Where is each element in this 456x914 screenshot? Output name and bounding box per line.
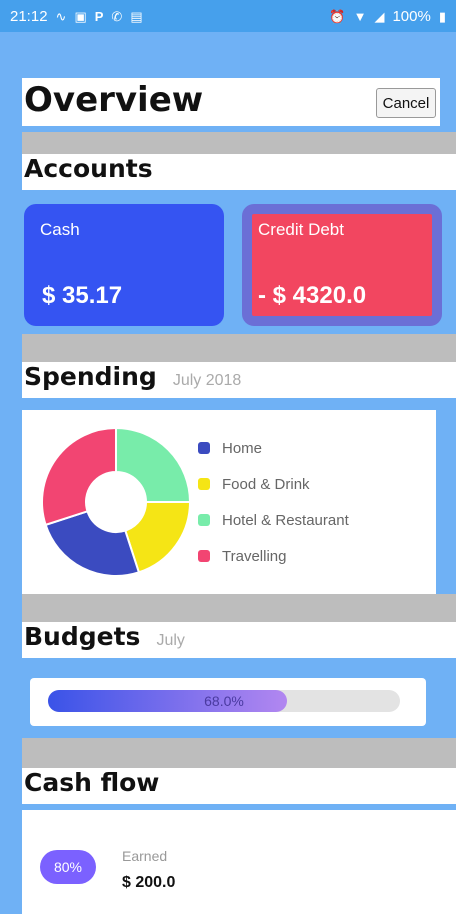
section-budgets: Budgets July — [22, 622, 456, 658]
divider — [22, 334, 456, 362]
budgets-subtitle: July — [156, 632, 185, 649]
earned-label: Earned — [122, 848, 168, 864]
legend-swatch — [198, 550, 210, 562]
pie-slice-hotel-restaurant — [115, 426, 192, 503]
header: Overview Cancel — [22, 78, 440, 126]
legend-swatch — [198, 478, 210, 490]
image-icon: ▣ — [74, 8, 87, 24]
status-bar: 21:12 ∿ ▣ P ✆ ▤ ⏰ ▼ ◢ 100% ▮ — [0, 0, 456, 32]
budget-panel[interactable]: 68.0% — [30, 678, 426, 726]
spending-subtitle: July 2018 — [172, 372, 242, 389]
section-accounts: Accounts — [22, 154, 456, 190]
section-title-accounts: Accounts — [24, 154, 153, 183]
page-title: Overview — [24, 80, 204, 120]
section-spending: Spending July 2018 — [22, 362, 456, 398]
signal-icon: ◢ — [374, 8, 385, 24]
account-amount-cash: $ 35.17 — [42, 282, 123, 309]
activity-icon: ∿ — [55, 8, 67, 24]
legend-label: Home — [222, 439, 263, 457]
account-label-cash: Cash — [40, 220, 80, 239]
spending-panel: Home Food & Drink Hotel & Restaurant Tra… — [22, 410, 436, 595]
legend-label: Food & Drink — [222, 475, 310, 493]
account-amount-credit-debt: - $ 4320.0 — [258, 282, 367, 309]
budget-progress-track: 68.0% — [48, 690, 400, 712]
legend-item-travelling: Travelling — [198, 538, 349, 574]
section-title-spending: Spending — [24, 362, 157, 391]
account-card-cash[interactable]: Cash $ 35.17 — [24, 204, 224, 326]
legend-label: Travelling — [222, 547, 287, 565]
legend-item-hotel-restaurant: Hotel & Restaurant — [198, 502, 349, 538]
alarm-icon: ⏰ — [329, 8, 346, 24]
status-time: 21:12 — [10, 7, 48, 25]
cash-flow-percent-badge: 80% — [40, 850, 96, 884]
section-title-cash-flow: Cash flow — [24, 768, 160, 797]
legend-item-food-drink: Food & Drink — [198, 466, 349, 502]
card-icon: ▤ — [130, 8, 143, 24]
status-bar-left: 21:12 ∿ ▣ P ✆ ▤ — [10, 8, 143, 25]
phone-icon: ✆ — [111, 8, 123, 24]
earned-amount: $ 200.0 — [122, 874, 176, 891]
cancel-button[interactable]: Cancel — [376, 88, 436, 118]
legend-swatch — [198, 442, 210, 454]
parking-icon: P — [94, 8, 104, 24]
divider — [22, 738, 456, 768]
section-title-budgets: Budgets — [24, 622, 141, 651]
budget-percent-label: 68.0% — [204, 693, 244, 709]
divider — [22, 132, 456, 154]
legend-swatch — [198, 514, 210, 526]
wifi-icon: ▼ — [353, 8, 367, 24]
account-card-credit-debt[interactable]: Credit Debt - $ 4320.0 — [242, 204, 442, 326]
divider — [22, 594, 456, 622]
spending-pie-chart — [41, 426, 192, 577]
account-label-credit-debt: Credit Debt — [258, 220, 344, 239]
cash-flow-panel: 80% Earned $ 200.0 — [22, 810, 456, 914]
pie-slice-travelling — [41, 426, 117, 527]
battery-percent: 100% — [392, 7, 431, 25]
legend-item-home: Home — [198, 430, 349, 466]
battery-icon: ▮ — [438, 8, 446, 24]
spending-legend: Home Food & Drink Hotel & Restaurant Tra… — [198, 430, 349, 574]
status-bar-right: ⏰ ▼ ◢ 100% ▮ — [329, 8, 446, 25]
legend-label: Hotel & Restaurant — [222, 511, 349, 529]
section-cash-flow: Cash flow — [22, 768, 456, 804]
